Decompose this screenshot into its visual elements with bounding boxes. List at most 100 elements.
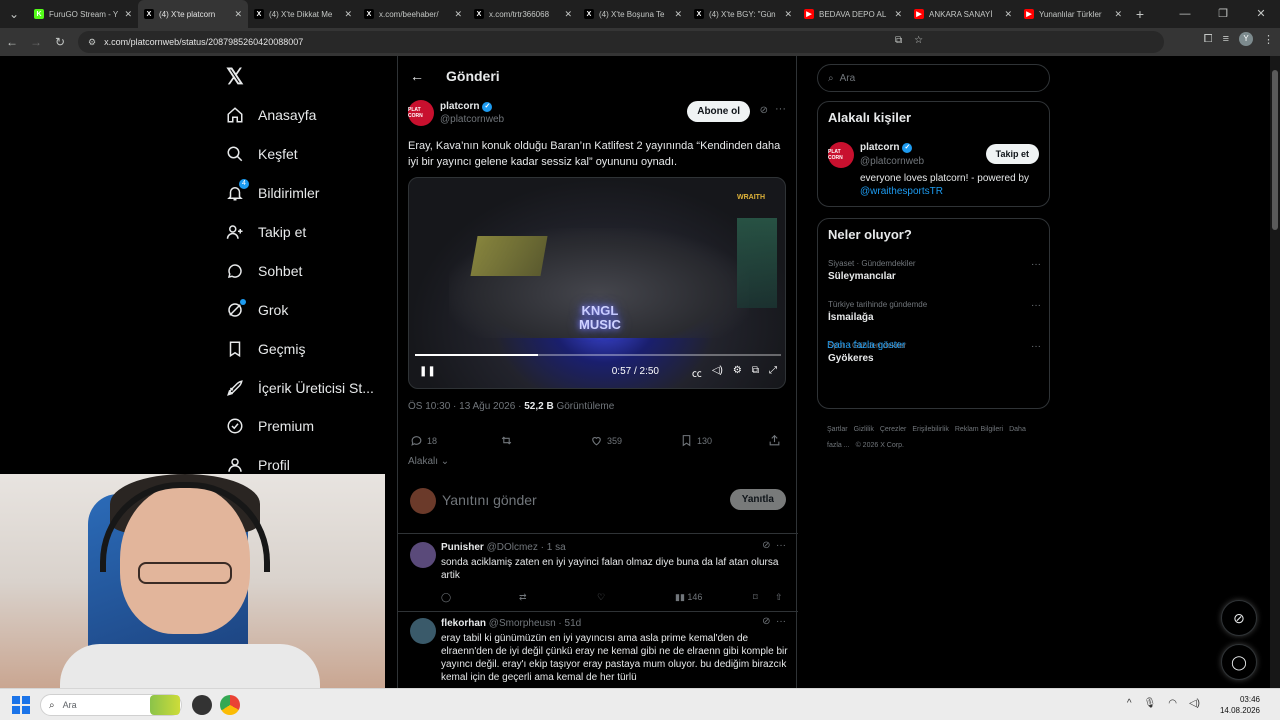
forward-icon[interactable]: → [24,35,48,49]
grok-fab-button[interactable]: ⊘ [1221,600,1257,636]
tab-close-icon[interactable]: ✕ [784,9,792,20]
trend-item[interactable]: Siyaset · Gündemdekiler Süleymancılar ··· [828,259,1041,282]
reply-post[interactable]: Punisher @DOlcmez · 1 sa ⊘ ··· sonda acikl… [398,536,798,612]
maximize-icon[interactable]: ❐ [1204,0,1242,28]
speaker-icon[interactable]: ◁) [1189,698,1200,709]
captions-icon[interactable]: ㏄ [692,365,702,380]
trend-more-icon[interactable]: ··· [1031,300,1041,311]
footer-link[interactable]: Gizlilik [854,426,874,433]
pause-icon[interactable]: ❚❚ [419,366,436,377]
tab-close-icon[interactable]: ✕ [344,9,352,20]
repost-action[interactable] [500,434,513,447]
fullscreen-icon[interactable]: ⤢ [769,365,777,380]
pip-icon[interactable]: ⧉ [752,365,759,380]
browser-tab[interactable]: X (4) X'te BGY: "Gün ✕ [688,0,798,28]
reply-post[interactable]: flekorhan @Smorpheusn · 51d ⊘ ··· eray tab… [398,612,798,688]
tab-search-icon[interactable]: ⌄ [0,0,28,28]
browser-tab[interactable]: X (4) X'te Boşuna Te ✕ [578,0,688,28]
nav-item-premium[interactable]: Premium [226,411,314,441]
footer-link[interactable]: Reklam Bilgileri [955,426,1003,433]
chrome-icon[interactable] [220,695,240,715]
video-player[interactable]: WRAITH KNGL MUSIC ❚❚ 0:57 / 2:50 ㏄ ◁) ⚙ … [408,177,786,389]
reply-author[interactable]: flekorhan @Smorpheusn · 51d [441,618,581,629]
reply-action[interactable]: 18 [410,434,437,447]
chat-fab-button[interactable]: ◯ [1221,644,1257,680]
nav-item-follow[interactable]: Takip et [226,217,306,247]
nav-item-rocket[interactable]: İçerik Üreticisi St... [226,373,374,403]
person-avatar[interactable]: PLAT CORN [828,142,854,168]
clock[interactable]: 03:46 14.08.2026 [1220,694,1260,716]
trend-item[interactable]: Türkiye tarihinde gündemde İsmailağa ··· [828,300,1041,323]
user-avatar[interactable] [410,488,436,514]
tab-close-icon[interactable]: ✕ [674,9,682,20]
browser-tab[interactable]: ▶ ANKARA SANAYİ ✕ [908,0,1018,28]
follow-button[interactable]: Takip et [985,144,1039,164]
new-tab-button[interactable]: + [1128,6,1152,22]
browser-tab[interactable]: ▶ Yunanlılar Türkler ✕ [1018,0,1128,28]
install-icon[interactable]: ⧉ [895,35,902,46]
bookmark-action[interactable]: 130 [680,434,712,447]
bookmark-star-icon[interactable]: ☆ [914,35,923,46]
reply-avatar[interactable] [410,618,436,644]
browser-tab[interactable]: Xx.com/beehaber/ ✕ [358,0,468,28]
minimize-icon[interactable]: — [1166,0,1204,28]
post-author-name[interactable]: platcorn ✓ [440,101,493,112]
person-handle[interactable]: @platcornweb [860,156,924,167]
nav-item-grok[interactable]: Grok [226,295,288,325]
microphone-icon[interactable]: 🎙 [1144,698,1157,709]
browser-tab[interactable]: K FuruGO Stream - Y ✕ [28,0,138,28]
wifi-icon[interactable]: ◠ [1168,698,1177,709]
reply-more-icon[interactable]: ⊘ ··· [762,616,786,627]
post-avatar[interactable]: PLAT CORN [408,100,434,126]
repost-icon[interactable]: ⇄ [519,592,527,603]
tray-chevron-icon[interactable]: ^ [1127,698,1132,709]
post-author-handle[interactable]: @platcornweb [440,114,504,125]
back-arrow-icon[interactable]: ← [410,68,424,84]
trend-more-icon[interactable]: ··· [1031,259,1041,270]
scrollbar-thumb[interactable] [1272,70,1278,230]
bio-link[interactable]: @wraithesportsTR [860,186,943,197]
tab-close-icon[interactable]: ✕ [124,9,132,20]
tab-close-icon[interactable]: ✕ [454,9,462,20]
back-icon[interactable]: ← [0,35,24,49]
post-timestamp[interactable]: ÖS 10:30 · 13 Ağu 2026 · [408,401,524,412]
profile-avatar[interactable]: Y [1239,32,1253,46]
address-bar[interactable]: ⚙ x.com/platcornweb/status/2087985260420… [78,31,1164,53]
footer-link[interactable]: © 2026 X Corp. [856,442,904,449]
views-icon[interactable]: ▮▮ 146 [675,592,702,603]
tab-close-icon[interactable]: ✕ [1114,9,1122,20]
grok-explain-icon[interactable]: ⊘ [760,105,768,116]
share-icon[interactable]: ⇧ [775,592,783,603]
video-progress-bar[interactable] [415,354,781,356]
volume-icon[interactable]: ◁) [712,365,723,380]
extensions-icon[interactable]: ⧠ [1204,33,1213,46]
widgets-icon[interactable] [150,695,180,715]
reply-icon[interactable]: ◯ [441,592,451,603]
reply-author[interactable]: Punisher @DOlcmez · 1 sa [441,542,566,553]
close-window-icon[interactable]: ✕ [1242,0,1280,28]
menu-icon[interactable]: ⋮ [1263,33,1274,46]
app-icon[interactable] [192,695,212,715]
footer-link[interactable]: Şartlar [827,426,848,433]
footer-link[interactable]: Çerezler [880,426,906,433]
media-icon[interactable]: ≡ [1223,33,1229,45]
page-scrollbar[interactable] [1270,56,1280,688]
nav-item-bell[interactable]: 4 Bildirimler [226,178,319,208]
x-logo-icon[interactable]: 𝕏 [226,64,244,90]
browser-tab[interactable]: ▶ BEDAVA DEPO AL ✕ [798,0,908,28]
browser-tab[interactable]: X (4) X'te Dikkat Me ✕ [248,0,358,28]
footer-link[interactable]: Erişilebilirlik [912,426,949,433]
share-action[interactable] [768,434,781,447]
person-name[interactable]: platcorn ✓ [860,142,913,153]
start-button[interactable] [12,696,30,714]
trend-more-icon[interactable]: ··· [1031,341,1041,352]
bookmark-icon[interactable]: ⌑ [753,592,758,603]
nav-item-chat[interactable]: Sohbet [226,256,302,286]
tab-close-icon[interactable]: ✕ [234,9,242,20]
nav-item-home[interactable]: Anasayfa [226,100,316,130]
heart-icon[interactable]: ♡ [597,592,605,603]
subscribe-button[interactable]: Abone ol [687,101,750,122]
reply-avatar[interactable] [410,542,436,568]
browser-tab[interactable]: X (4) X'te platcorn ✕ [138,0,248,28]
tab-close-icon[interactable]: ✕ [1004,9,1012,20]
